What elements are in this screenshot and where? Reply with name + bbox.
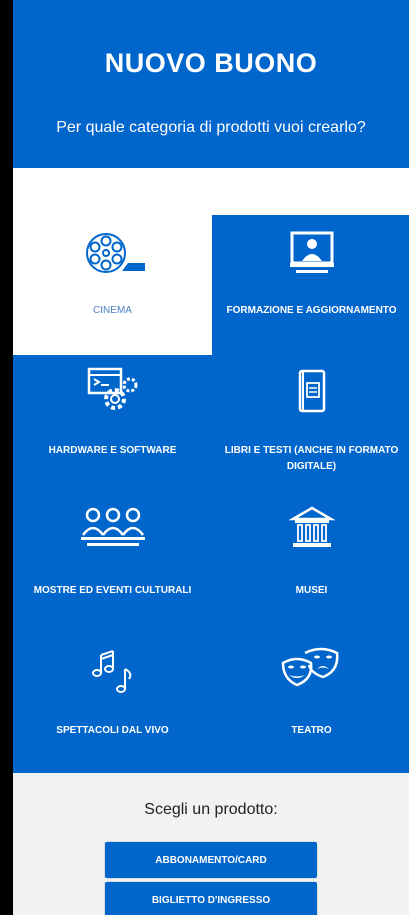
music-notes-icon <box>13 647 212 697</box>
product-prompt: Scegli un prodotto: <box>144 801 278 818</box>
category-label: LIBRI E TESTI (ANCHE IN FORMATO DIGITALE… <box>224 445 399 472</box>
category-tile-libri[interactable]: LIBRI E TESTI (ANCHE IN FORMATO DIGITALE… <box>212 355 409 495</box>
category-tile-hardware[interactable]: HARDWARE E SOFTWARE <box>13 355 212 495</box>
theater-masks-icon <box>212 645 409 695</box>
category-label: HARDWARE E SOFTWARE <box>48 445 177 456</box>
presentation-icon <box>212 229 409 279</box>
category-label: SPETTACOLI DAL VIVO <box>56 725 169 736</box>
category-label: FORMAZIONE E AGGIORNAMENTO <box>226 305 397 316</box>
people-icon <box>13 503 212 553</box>
book-icon <box>212 367 409 417</box>
category-tile-teatro[interactable]: TEATRO <box>212 635 409 775</box>
page-subtitle: Per quale categoria di prodotti vuoi cre… <box>56 119 366 136</box>
page-title: NUOVO BUONO <box>104 48 318 78</box>
category-tile-formazione[interactable]: FORMAZIONE E AGGIORNAMENTO <box>212 215 409 355</box>
film-reel-icon <box>13 229 212 279</box>
category-grid: CINEMA FORMAZIONE E AGGIORNAMENTO HARDWA… <box>13 215 409 773</box>
product-section: Scegli un prodotto: ABBONAMENTO/CARD BIG… <box>13 773 409 915</box>
category-tile-musei[interactable]: MUSEI <box>212 495 409 635</box>
category-label: MOSTRE ED EVENTI CULTURALI <box>33 585 192 596</box>
museum-icon <box>212 503 409 553</box>
app-screen: NUOVO BUONO Per quale categoria di prodo… <box>13 0 409 915</box>
category-label: TEATRO <box>291 725 332 736</box>
product-button-biglietto[interactable]: BIGLIETTO D'INGRESSO <box>104 881 318 915</box>
device-frame: NUOVO BUONO Per quale categoria di prodo… <box>0 0 409 915</box>
code-gear-icon <box>13 365 212 415</box>
product-button-abbonamento[interactable]: ABBONAMENTO/CARD <box>104 841 318 879</box>
category-tile-spettacoli[interactable]: SPETTACOLI DAL VIVO <box>13 635 212 775</box>
category-tile-cinema[interactable]: CINEMA <box>13 215 212 355</box>
category-label: MUSEI <box>295 585 328 596</box>
category-tile-mostre[interactable]: MOSTRE ED EVENTI CULTURALI <box>13 495 212 635</box>
category-label: CINEMA <box>93 305 132 316</box>
page-header: NUOVO BUONO Per quale categoria di prodo… <box>13 0 409 168</box>
